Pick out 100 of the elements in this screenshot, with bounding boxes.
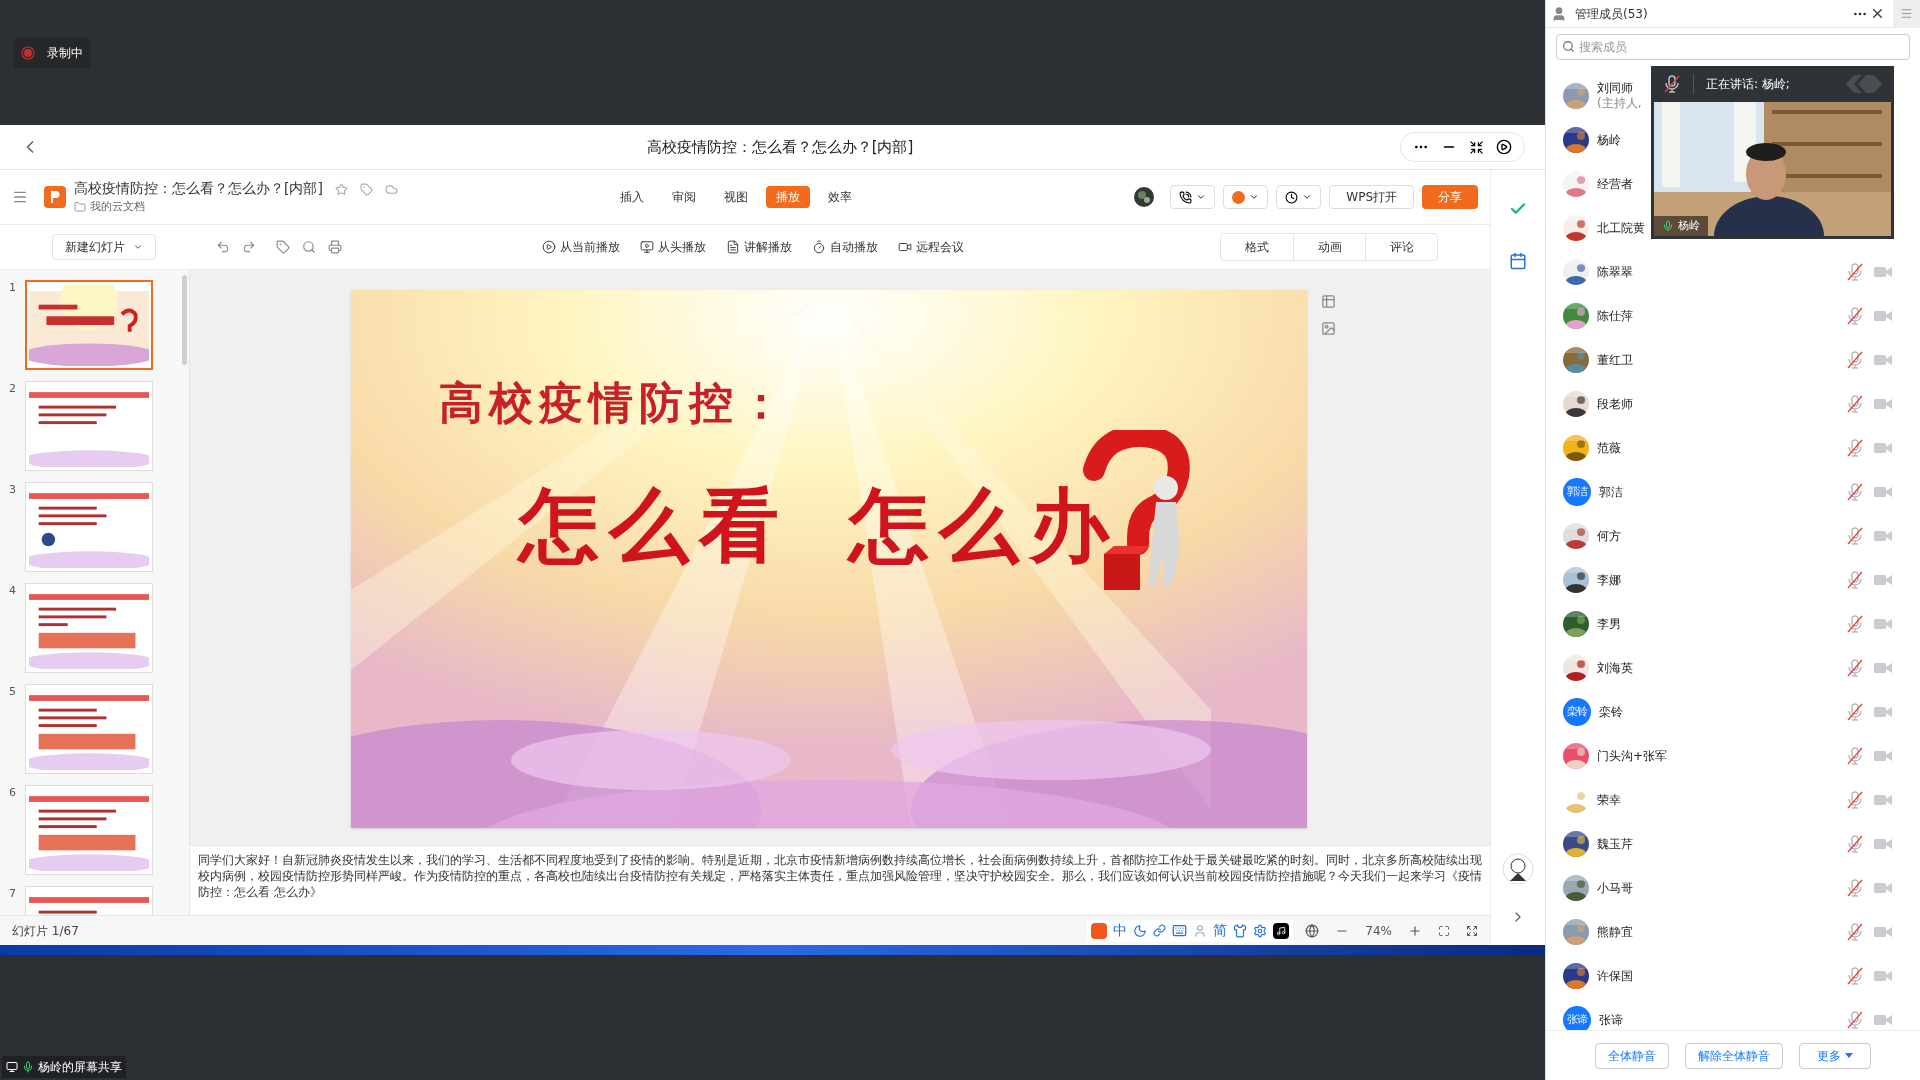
record-icon [1232,190,1246,204]
member-name: 何方 [1597,528,1621,544]
settings-icon[interactable] [1253,923,1268,938]
camera-icon [1874,486,1892,498]
recording-label: 录制中 [47,45,83,62]
logo-icon [1846,75,1882,93]
member-name: 许保国 [1597,968,1633,984]
shrink-icon[interactable] [1469,139,1484,155]
phone-icon [1179,190,1193,204]
slide-number: 1 [8,280,17,296]
member-name: 陈仕萍 [1597,308,1633,324]
assistant-icon[interactable] [1502,853,1534,885]
speaking-label: 正在讲话: 杨岭; [1706,76,1790,93]
host-label: (主持人, [1597,96,1642,111]
caret-icon [133,242,143,252]
caret-icon [1302,192,1313,202]
menu-tab[interactable]: 效率 [818,186,863,208]
camera-icon [1874,1014,1892,1026]
search-icon[interactable] [302,240,316,254]
document-location[interactable]: 我的云文档 [90,199,145,214]
slide-counter: 幻灯片 1/67 [12,922,79,940]
search-field[interactable]: 搜索成员 [1556,34,1910,60]
member-name: 范薇 [1597,440,1621,456]
new-slide-dropdown[interactable]: 新建幻灯片 [52,234,156,260]
speaker-notes: 同学们大家好！自新冠肺炎疫情发生以来，我们的学习、生活都不同程度地受到了疫情的影响。特别是近期，北京市疫情新增病例数持续高位增长，社会面病例数持续上升，首都防控工作处于最关键最吃紧的时刻。同时，北京多所高校陆续出现校内病例，校园疫情防控形势同样严峻。作为疫情防控的重点，各高校也陆续出台疫情防控有关规定，严格落实主体责任，重点加强风险管理，坚决守护校园安全。那么，我们应该如何认识当前校园疫情防控措施呢？今天我们一起来学习《疫情防控：怎么看 怎么办》 [198,852,1482,900]
member-name: 北工院黄 [1597,220,1645,236]
shirt-icon[interactable] [1233,923,1248,938]
play-option-button[interactable]: 远程会议 [898,238,964,256]
call-dropdown[interactable] [1170,185,1216,209]
slide-number: 3 [8,482,17,498]
video-name: 杨岭 [1678,217,1700,234]
camera-icon [1874,926,1892,938]
record-dropdown[interactable] [1223,185,1269,209]
member-name: 小马哥 [1597,880,1633,896]
menu-tab[interactable]: 插入 [610,186,655,208]
open-button[interactable]: WPS打开 [1329,185,1414,209]
keyboard-icon[interactable] [1172,923,1188,938]
microphone-icon [22,1061,34,1073]
member-name: 张谛 [1599,1012,1623,1028]
avatar: 郭洁 [1563,478,1591,506]
caret-icon [1845,1053,1853,1058]
camera-icon [1874,970,1892,982]
document-icon [726,240,740,254]
input-mode-label[interactable]: 中 [1113,920,1128,941]
folder-icon [74,200,86,213]
camera-icon [1874,618,1892,630]
monitor-play-icon [640,240,654,254]
layout-icon[interactable] [1320,294,1336,309]
history-dropdown[interactable] [1276,185,1322,209]
panel-tab[interactable]: 动画 [1293,234,1365,260]
menu-tab[interactable]: 审阅 [662,186,707,208]
monitor-icon [6,1061,18,1073]
moon-icon[interactable] [1133,923,1148,938]
video-icon [898,240,912,254]
document-title: 高校疫情防控：怎么看？怎么办？[内部] [74,180,323,198]
zoom-level: 74% [1365,922,1392,940]
star-icon[interactable] [334,182,348,196]
music-app-icon[interactable] [1273,922,1290,939]
search-icon [1562,40,1575,53]
panel-tab[interactable]: 评论 [1365,234,1437,260]
play-option-button[interactable]: 讲解播放 [726,238,792,256]
member-name: 董红卫 [1597,352,1633,368]
slide-subtitle: 怎么办 [848,477,1119,574]
camera-icon [1874,838,1892,850]
member-name: 栾铃 [1599,704,1623,720]
record-icon [21,46,35,60]
camera-icon [1874,882,1892,894]
image-icon[interactable] [1320,321,1336,336]
slide-number: 7 [8,886,17,902]
more-dropdown[interactable]: 更多 [1799,1042,1871,1069]
menu-tab[interactable]: 视图 [714,186,759,208]
redo-icon[interactable] [242,240,256,254]
camera-icon [1874,310,1892,322]
close-icon[interactable] [1870,6,1885,21]
undo-icon[interactable] [216,240,230,254]
member-name: 陈翠翠 [1597,264,1633,280]
camera-icon [1874,662,1892,674]
screen-share-text: 杨岭的屏幕共享 [38,1059,122,1076]
calendar-icon[interactable] [1509,252,1527,270]
menu-icon[interactable] [12,189,28,205]
camera-icon [1874,442,1892,454]
zoom-in-icon[interactable] [1408,923,1422,938]
play-option-button[interactable]: 从头播放 [640,238,706,256]
member-name: 郭洁 [1599,484,1623,500]
globe-icon[interactable] [1305,923,1320,938]
input-mode-label[interactable]: 简 [1213,920,1228,941]
scrollbar-thumb[interactable] [182,275,187,365]
play-option-button[interactable]: 从当前播放 [542,238,620,256]
fullscreen-icon[interactable] [1466,924,1478,937]
mic-muted-icon [1663,74,1681,94]
panel-tab[interactable]: 格式 [1221,234,1293,260]
mute-button[interactable]: 全体静音 [1595,1042,1669,1069]
play-icon [542,240,556,254]
menu-icon [1900,7,1913,20]
printer-icon[interactable] [328,240,342,254]
fit-icon[interactable] [1438,924,1450,937]
play-option-button[interactable]: 自动播放 [812,238,878,256]
mute-button[interactable]: 解除全体静音 [1685,1042,1783,1069]
camera-icon [1874,398,1892,410]
slide-subtitle: 怎么看 [518,477,789,574]
